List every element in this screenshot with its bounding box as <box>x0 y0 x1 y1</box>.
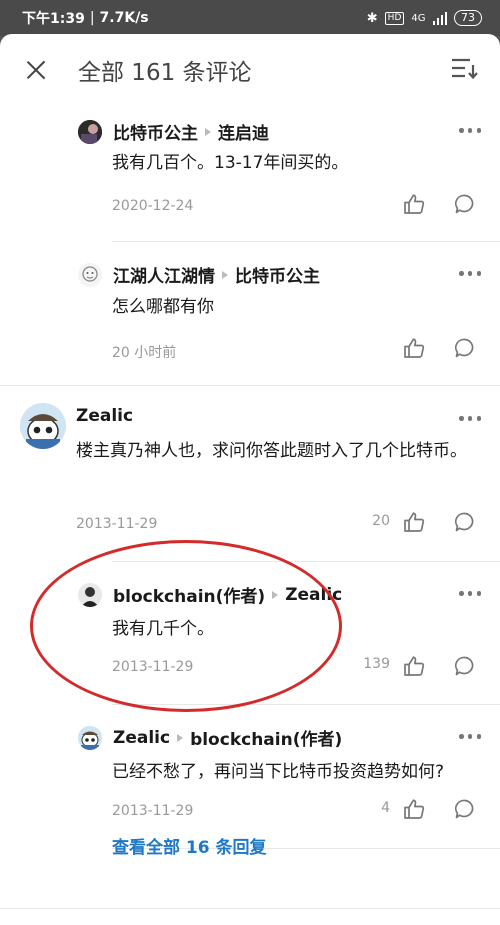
more-icon[interactable] <box>459 128 481 134</box>
page-title: 全部 161 条评论 <box>78 60 252 86</box>
reply-to-name[interactable]: blockchain(作者) <box>190 725 342 750</box>
comment-header: 比特币公主 连启迪 <box>78 119 269 144</box>
comment-text: 我有几千个。 <box>112 619 214 639</box>
sheet-header: 全部 161 条评论 <box>0 34 500 106</box>
comment-author[interactable]: 比特币公主 <box>113 119 198 144</box>
more-icon[interactable] <box>459 271 481 277</box>
more-icon[interactable] <box>459 591 481 597</box>
comment-header: Zealic blockchain(作者) <box>78 725 342 750</box>
avatar[interactable] <box>20 403 66 449</box>
status-speed: 7.7K/s <box>99 10 149 26</box>
sort-icon[interactable] <box>450 57 478 83</box>
reply-icon[interactable] <box>454 655 476 681</box>
comment-date: 2020-12-24 <box>112 198 194 214</box>
avatar[interactable] <box>78 725 102 750</box>
comment-text: 怎么哪都有你 <box>112 297 214 317</box>
like-icon[interactable] <box>403 511 425 537</box>
reply-icon[interactable] <box>454 798 476 824</box>
close-icon[interactable] <box>22 56 50 84</box>
status-separator: | <box>89 10 95 26</box>
reply-to-name[interactable]: Zealic <box>285 585 342 605</box>
like-icon[interactable] <box>403 798 425 824</box>
hd-badge: HD <box>384 11 405 25</box>
comment-date: 20 小时前 <box>112 345 177 361</box>
status-bar: 下午1:39 | 7.7K/s ✱ HD 4G 73 <box>0 0 500 36</box>
comment-author[interactable]: Zealic <box>113 728 170 748</box>
reply-to-name[interactable]: 连启迪 <box>218 119 269 144</box>
avatar[interactable] <box>78 119 102 144</box>
bluetooth-icon: ✱ <box>366 10 378 26</box>
like-count: 20 <box>372 513 390 529</box>
reply-arrow-icon <box>177 733 184 742</box>
comment-text: 楼主真乃神人也，求问你答此题时入了几个比特币。 <box>76 441 467 461</box>
more-icon[interactable] <box>459 734 481 740</box>
avatar[interactable] <box>78 582 102 607</box>
reply-icon[interactable] <box>454 193 476 219</box>
like-icon[interactable] <box>403 193 425 219</box>
status-time: 下午1:39 <box>22 11 85 27</box>
reply-icon[interactable] <box>454 337 476 363</box>
comment-date: 2013-11-29 <box>112 659 194 675</box>
comment-header: 江湖人江湖情 比特币公主 <box>78 262 320 287</box>
signal-icon <box>432 11 447 25</box>
comment-author[interactable]: Zealic <box>76 406 133 426</box>
reply-arrow-icon <box>222 270 228 279</box>
comment-header: blockchain(作者) Zealic <box>78 582 342 607</box>
divider <box>112 241 500 242</box>
comment-date: 2013-11-29 <box>76 516 158 532</box>
like-count: 139 <box>363 656 390 672</box>
comment-header: Zealic <box>76 406 133 426</box>
reply-arrow-icon <box>272 590 279 599</box>
like-count: 4 <box>381 800 390 816</box>
comment-author[interactable]: 江湖人江湖情 <box>113 262 215 287</box>
comment-text: 我有几百个。13-17年间买的。 <box>112 153 349 173</box>
like-icon[interactable] <box>403 337 425 363</box>
reply-arrow-icon <box>205 127 211 136</box>
more-icon[interactable] <box>459 416 481 422</box>
reply-to-name[interactable]: 比特币公主 <box>235 262 320 287</box>
divider <box>112 704 500 705</box>
avatar[interactable] <box>78 262 102 287</box>
network-type: 4G <box>411 12 426 24</box>
battery-indicator: 73 <box>454 10 482 26</box>
comment-date: 2013-11-29 <box>112 803 194 819</box>
divider <box>112 561 500 562</box>
divider <box>0 385 500 386</box>
comment-text: 已经不愁了，再问当下比特币投资趋势如何? <box>112 762 445 782</box>
comment-author[interactable]: blockchain(作者) <box>113 582 265 607</box>
like-icon[interactable] <box>403 655 425 681</box>
view-all-replies-link[interactable]: 查看全部 16 条回复 <box>112 833 267 858</box>
reply-icon[interactable] <box>454 511 476 537</box>
divider <box>0 908 500 909</box>
